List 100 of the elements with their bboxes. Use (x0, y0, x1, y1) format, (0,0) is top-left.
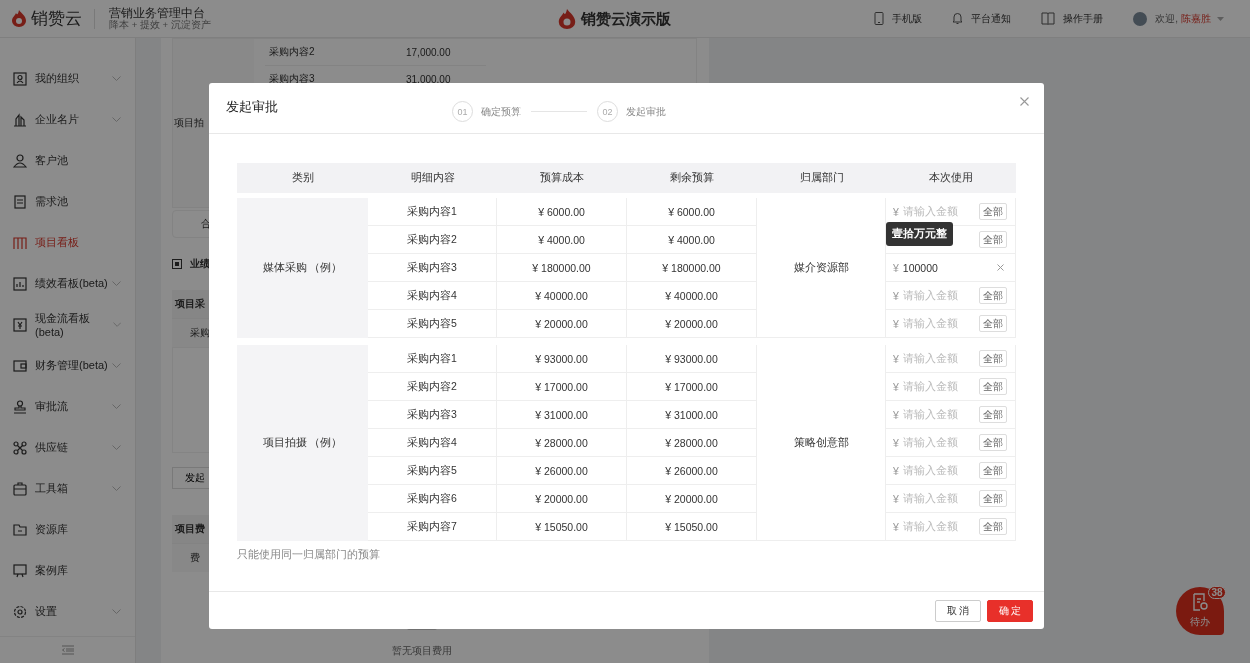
sidebar-item[interactable]: 工具箱 (0, 468, 135, 509)
sidebar-item[interactable]: 我的组织 (0, 58, 135, 99)
amount-field[interactable]: ¥ 请输入金额 (893, 435, 979, 450)
chevron-down-icon (112, 404, 121, 409)
column-header: 剩余预算 (669, 170, 715, 185)
caret-icon[interactable] (1217, 16, 1224, 21)
section-title: 业绩 (190, 257, 210, 271)
table-cell-text: 采购内容2 (268, 45, 316, 59)
fill-all-button[interactable]: 全部 (979, 378, 1007, 395)
sidebar-item[interactable]: 项目看板 (0, 222, 135, 263)
table-cell-text: 采购内容3 (268, 72, 316, 86)
fill-all-button[interactable]: 全部 (979, 490, 1007, 507)
amount-field[interactable]: ¥ 请输入金额 (893, 204, 979, 219)
sidebar-item[interactable]: 绩效看板(beta) (0, 263, 135, 304)
fill-all-button[interactable]: 全部 (979, 315, 1007, 332)
logo-text: 销赞云 (31, 8, 82, 30)
sidebar-item[interactable]: 设置 (0, 591, 135, 632)
table-cell: ¥ 17000.00 (497, 373, 627, 401)
fill-all-button[interactable]: 全部 (979, 203, 1007, 220)
sidebar-item[interactable]: 资源库 (0, 509, 135, 550)
table-cell: 采购内容7 (368, 513, 497, 541)
table-cell: ¥ 40000.00 (497, 282, 627, 310)
fill-all-button[interactable]: 全部 (979, 462, 1007, 479)
table-cell: ¥ 31000.00 (497, 401, 627, 429)
header-link[interactable]: 手机版 (874, 11, 923, 26)
category-cell: 项目拍摄 （例） (237, 345, 368, 541)
table-cell: 采购内容4 (368, 429, 497, 457)
count-badge: 38 (1208, 586, 1226, 599)
department-cell: 策略创意部 (757, 345, 886, 541)
chevron-down-icon (112, 76, 121, 81)
table-cell: 采购内容4 (368, 282, 497, 310)
fill-all-button[interactable]: 全部 (979, 287, 1007, 304)
table-cell: ¥ 20000.00 (627, 310, 757, 338)
amount-field[interactable]: ¥ 请输入金额 (893, 407, 979, 422)
org-icon (13, 71, 27, 86)
table-cell: ¥ 93000.00 (497, 345, 627, 373)
sidebar-item[interactable]: 客户池 (0, 140, 135, 181)
table-cell: 采购内容5 (368, 310, 497, 338)
doc-icon (13, 194, 27, 209)
fill-all-button[interactable]: 全部 (979, 350, 1007, 367)
phone-icon (874, 12, 885, 25)
empty-text: 暂无项目费用 (392, 644, 452, 658)
table-cell: ¥ 20000.00 (497, 485, 627, 513)
box-icon (13, 481, 27, 496)
bell-icon (952, 12, 964, 25)
step-label: 发起审批 (626, 104, 666, 119)
table-cell: ¥ 31000.00 (627, 401, 757, 429)
confirm-button[interactable]: 确 定 (987, 599, 1033, 622)
user-name[interactable]: 陈嘉胜 (1181, 11, 1211, 26)
column-header: 类别 (290, 170, 315, 185)
table-cell: ¥ 4000.00 (627, 226, 757, 254)
table-cell: ¥ 17000.00 (627, 373, 757, 401)
app-title: 营销业务管理中台 (109, 6, 206, 20)
category-cell: 媒体采购 （例） (237, 198, 368, 338)
amount-field[interactable]: ¥ 100000 (893, 261, 997, 274)
table-cell: ¥ 26000.00 (627, 457, 757, 485)
fill-all-button[interactable]: 全部 (979, 518, 1007, 535)
sidebar-item[interactable]: 供应链 (0, 427, 135, 468)
amount-field[interactable]: ¥ 请输入金额 (893, 288, 979, 303)
table-cell: 采购内容3 (368, 254, 497, 282)
sidebar-item[interactable]: 现金流看板(beta) (0, 304, 135, 345)
table-cell: ¥ 15050.00 (497, 513, 627, 541)
table-cell: 采购内容3 (368, 401, 497, 429)
document-icon (1192, 593, 1208, 611)
table-cell-text: 31,000.00 (406, 73, 452, 85)
amount-field[interactable]: ¥ 请输入金额 (893, 351, 979, 366)
amount-field[interactable]: ¥ 请输入金额 (893, 491, 979, 506)
clear-icon[interactable] (997, 264, 1004, 271)
sidebar-item[interactable]: 审批流 (0, 386, 135, 427)
sidebar-item[interactable]: 需求池 (0, 181, 135, 222)
yen-icon (13, 317, 27, 332)
chevron-down-icon (112, 117, 121, 122)
fill-all-button[interactable]: 全部 (979, 231, 1007, 248)
table-cell: ¥ 15050.00 (627, 513, 757, 541)
building-icon (13, 112, 27, 127)
amount-field[interactable]: ¥ 请输入金额 (893, 316, 979, 331)
sidebar-item[interactable]: 企业名片 (0, 99, 135, 140)
sidebar-item[interactable]: 案例库 (0, 550, 135, 591)
fill-all-button[interactable]: 全部 (979, 406, 1007, 423)
header-link[interactable]: 平台通知 (952, 11, 1012, 26)
close-icon[interactable] (1020, 97, 1029, 106)
screen-icon (13, 563, 27, 578)
chevron-down-icon (112, 281, 121, 286)
sidebar-item[interactable]: 财务管理(beta) (0, 345, 135, 386)
chevron-down-icon (112, 609, 121, 614)
cancel-button[interactable]: 取 消 (935, 599, 981, 622)
book-icon (1041, 12, 1056, 25)
table-cell: ¥ 40000.00 (627, 282, 757, 310)
amount-field[interactable]: ¥ 请输入金额 (893, 379, 979, 394)
header-link[interactable]: 操作手册 (1041, 11, 1104, 26)
collapse-menu-icon[interactable] (61, 645, 74, 655)
fill-all-button[interactable]: 全部 (979, 434, 1007, 451)
avatar[interactable] (1133, 11, 1148, 26)
table-cell: 采购内容1 (368, 345, 497, 373)
amount-field[interactable]: ¥ 请输入金额 (893, 519, 979, 534)
column-header: 预算成本 (539, 170, 585, 185)
amount-field[interactable]: ¥ 请输入金额 (893, 463, 979, 478)
chevron-down-icon (112, 322, 121, 327)
table-cell: 采购内容2 (368, 226, 497, 254)
link-icon (13, 440, 27, 455)
